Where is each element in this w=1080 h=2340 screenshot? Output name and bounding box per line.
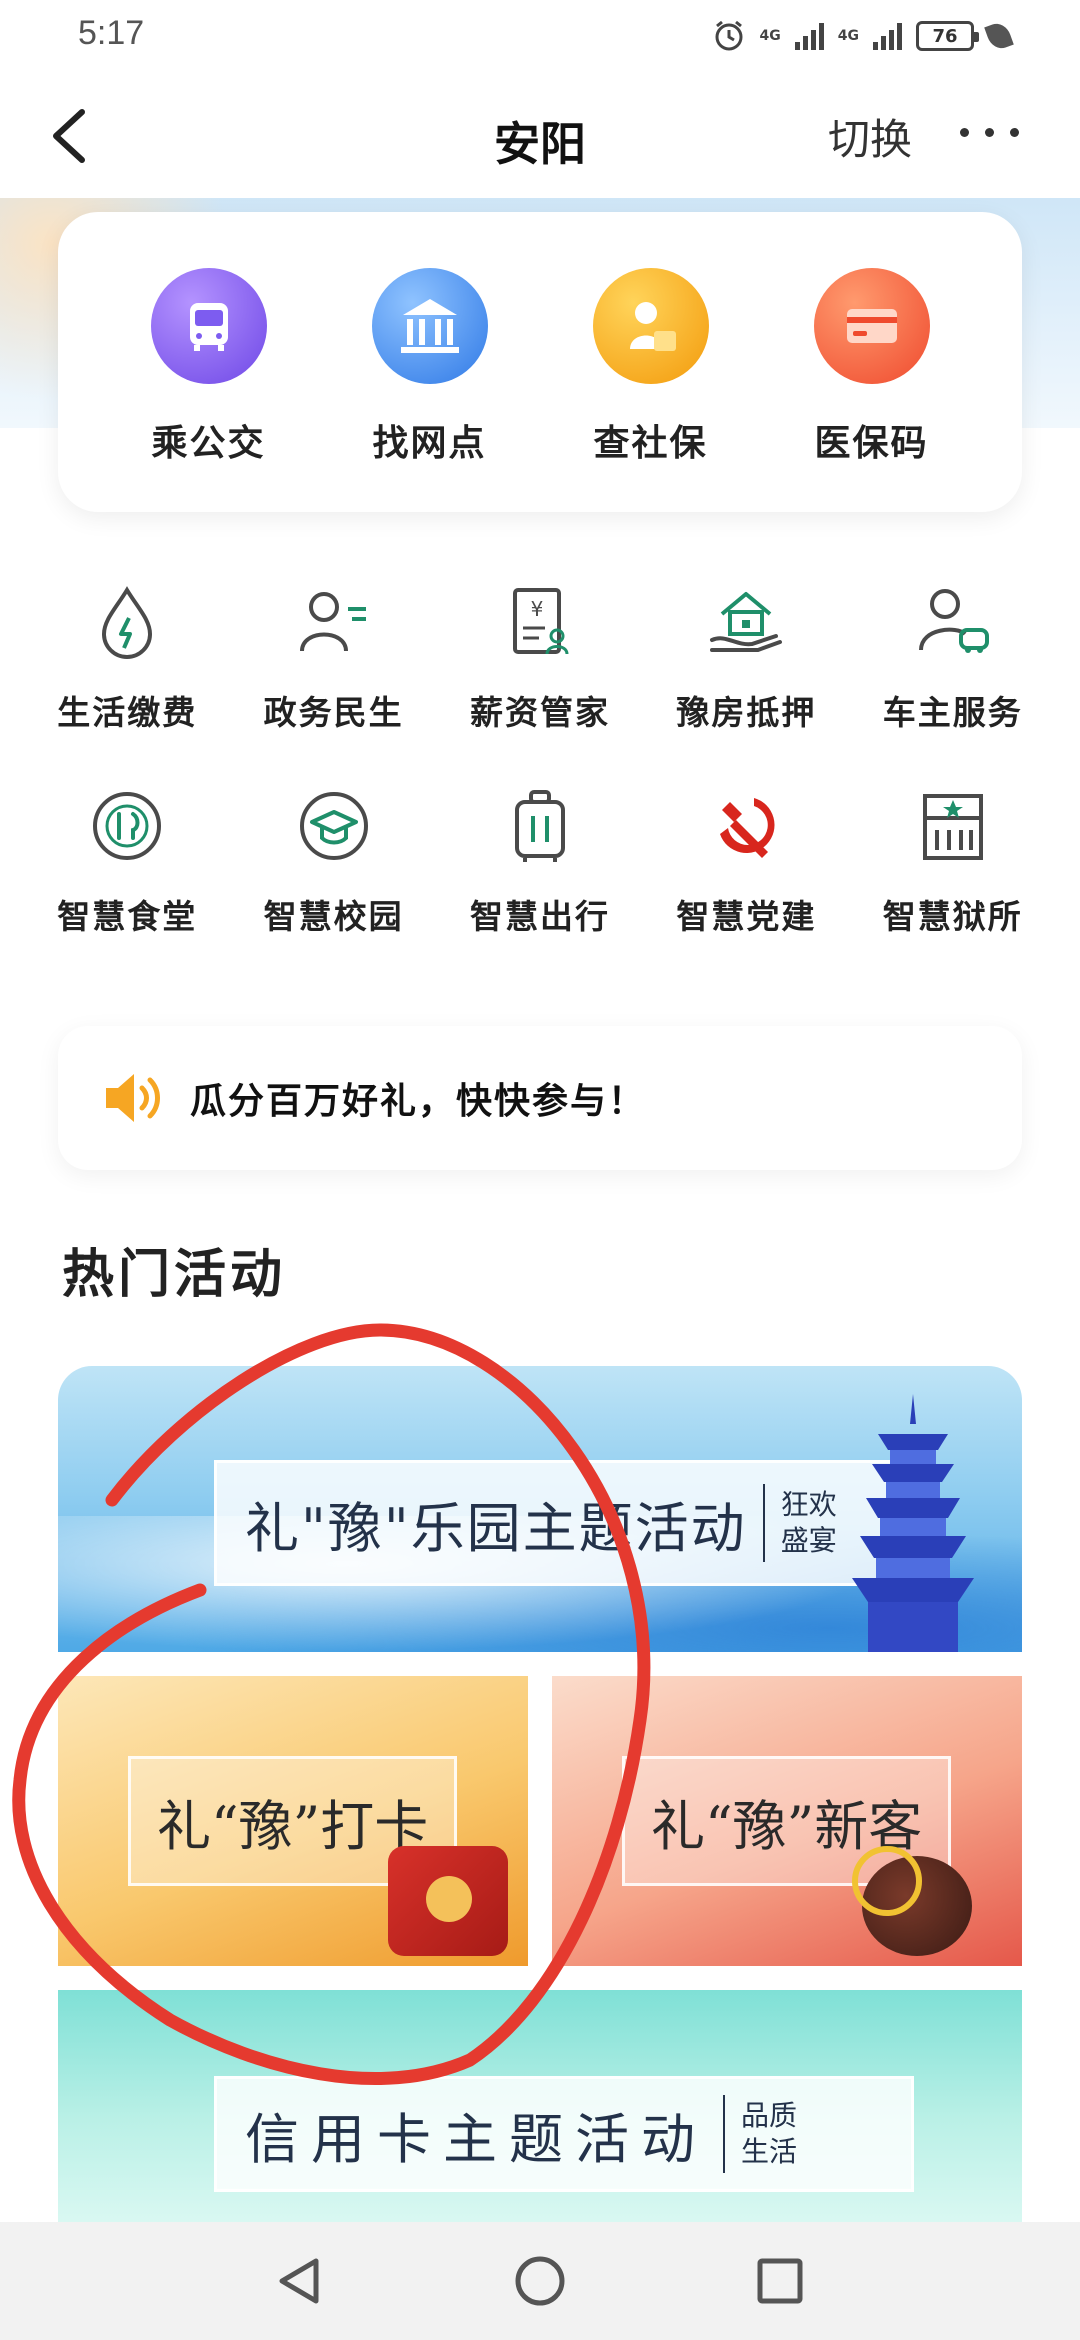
quick-item-bus[interactable]: 乘公交 <box>119 212 299 512</box>
quick-item-medical-code[interactable]: 医保码 <box>782 212 962 512</box>
service-label: 智慧狱所 <box>882 897 1023 936</box>
coin-bag-icon <box>852 1846 972 1956</box>
bank-icon <box>371 268 488 384</box>
notice-text: 瓜分百万好礼，快快参与！ <box>190 1081 647 1122</box>
person-list-icon <box>292 580 376 664</box>
system-recents-button[interactable] <box>745 2246 815 2316</box>
service-label: 车主服务 <box>882 693 1023 732</box>
water-drop-icon <box>85 580 169 664</box>
circle-home-icon <box>515 2256 565 2306</box>
person-car-icon <box>911 580 995 664</box>
svg-text:¥: ¥ <box>531 597 544 621</box>
service-label: 生活缴费 <box>57 693 198 732</box>
service-item-canteen[interactable]: 智慧食堂 <box>24 784 230 938</box>
quick-item-bank[interactable]: 找网点 <box>340 212 520 512</box>
triangle-back-icon <box>279 2258 319 2304</box>
more-menu-button[interactable] <box>960 128 1030 148</box>
service-label: 豫房抵押 <box>676 693 817 732</box>
banner-frame: 礼"豫"乐园主题活动 狂欢盛宴 <box>214 1460 914 1586</box>
dot-icon <box>985 128 994 137</box>
gift-icon <box>388 1846 508 1956</box>
dot-icon <box>960 128 969 137</box>
banner-subtitle: 狂欢盛宴 <box>780 1488 837 1557</box>
square-recents-icon <box>757 2258 803 2304</box>
system-back-button[interactable] <box>265 2246 335 2316</box>
house-hand-icon <box>704 580 788 664</box>
service-label: 智慧出行 <box>469 897 610 936</box>
banner-credit-card-activity[interactable]: 信用卡主题活动 品质生活 <box>58 1990 1022 2222</box>
status-bar: 5:17 4G 4G 76 <box>0 0 1080 72</box>
banner-frame: 信用卡主题活动 品质生活 <box>214 2076 914 2192</box>
network-label-2: 4G <box>837 28 859 44</box>
divider <box>723 2095 725 2173</box>
banner-title: 礼“豫”打卡 <box>157 1794 429 1858</box>
pagoda-icon <box>852 1394 974 1652</box>
banner-title: 礼"豫"乐园主题活动 <box>245 1496 747 1560</box>
graduation-cap-icon <box>292 784 376 868</box>
service-label: 薪资管家 <box>469 693 610 732</box>
divider <box>762 1484 765 1562</box>
speaker-icon <box>106 1074 160 1122</box>
quick-item-social-security[interactable]: 查社保 <box>561 212 741 512</box>
bus-icon <box>150 268 267 384</box>
section-title: 热门活动 <box>62 1245 287 1305</box>
top-nav-bar: 安阳 切换 <box>0 72 1080 200</box>
service-label: 智慧食堂 <box>57 897 198 936</box>
dining-icon <box>85 784 169 868</box>
service-grid: 生活缴费 政务民生 ¥ 薪资管家 豫房抵押 车主服务 智慧食堂 智慧校园 智慧出… <box>24 580 1056 938</box>
banner-park-activity[interactable]: 礼"豫"乐园主题活动 狂欢盛宴 <box>58 1366 1022 1652</box>
service-item-salary[interactable]: ¥ 薪资管家 <box>437 580 643 734</box>
service-item-prison[interactable]: 智慧狱所 <box>850 784 1056 938</box>
signal-icon <box>794 22 824 50</box>
leaf-icon <box>984 20 1014 52</box>
service-item-utility[interactable]: 生活缴费 <box>24 580 230 734</box>
banner-title: 信用卡主题活动 <box>245 2107 707 2171</box>
network-label-1: 4G <box>759 28 781 44</box>
service-item-mortgage[interactable]: 豫房抵押 <box>643 580 849 734</box>
service-item-party[interactable]: 智慧党建 <box>643 784 849 938</box>
quick-label: 找网点 <box>372 423 487 464</box>
system-home-button[interactable] <box>505 2246 575 2316</box>
service-item-car-owner[interactable]: 车主服务 <box>850 580 1056 734</box>
system-nav-bar <box>0 2222 1080 2340</box>
switch-city-button[interactable]: 切换 <box>828 106 912 167</box>
page-title: 安阳 <box>494 117 586 171</box>
banner-new-customer[interactable]: 礼“豫”新客 <box>552 1676 1022 1966</box>
banner-subtitle: 品质生活 <box>741 2099 798 2168</box>
card-icon <box>813 268 930 384</box>
suitcase-icon <box>498 784 582 868</box>
service-item-campus[interactable]: 智慧校园 <box>230 784 436 938</box>
service-label: 智慧党建 <box>676 897 817 936</box>
banner-check-in[interactable]: 礼“豫”打卡 <box>58 1676 528 1966</box>
service-item-government[interactable]: 政务民生 <box>230 580 436 734</box>
service-label: 智慧校园 <box>263 897 404 936</box>
service-label: 政务民生 <box>263 693 404 732</box>
signal-icon-2 <box>873 22 902 50</box>
building-icon <box>911 784 995 868</box>
social-security-icon <box>592 268 709 384</box>
quick-label: 医保码 <box>814 423 929 464</box>
dot-icon <box>1010 128 1019 137</box>
notice-bar[interactable]: 瓜分百万好礼，快快参与！ <box>58 1026 1022 1170</box>
quick-label: 乘公交 <box>151 423 266 464</box>
hammer-sickle-icon <box>704 784 788 868</box>
status-icons: 4G 4G 76 <box>712 16 1014 56</box>
status-time: 5:17 <box>78 14 145 52</box>
service-item-travel[interactable]: 智慧出行 <box>437 784 643 938</box>
alarm-icon <box>715 20 743 51</box>
quick-label: 查社保 <box>593 423 708 464</box>
quick-services-card: 乘公交 找网点 查社保 医保码 <box>58 212 1022 512</box>
battery-level: 76 <box>932 25 958 47</box>
payslip-icon: ¥ <box>498 580 582 664</box>
battery-icon: 76 <box>916 21 979 51</box>
